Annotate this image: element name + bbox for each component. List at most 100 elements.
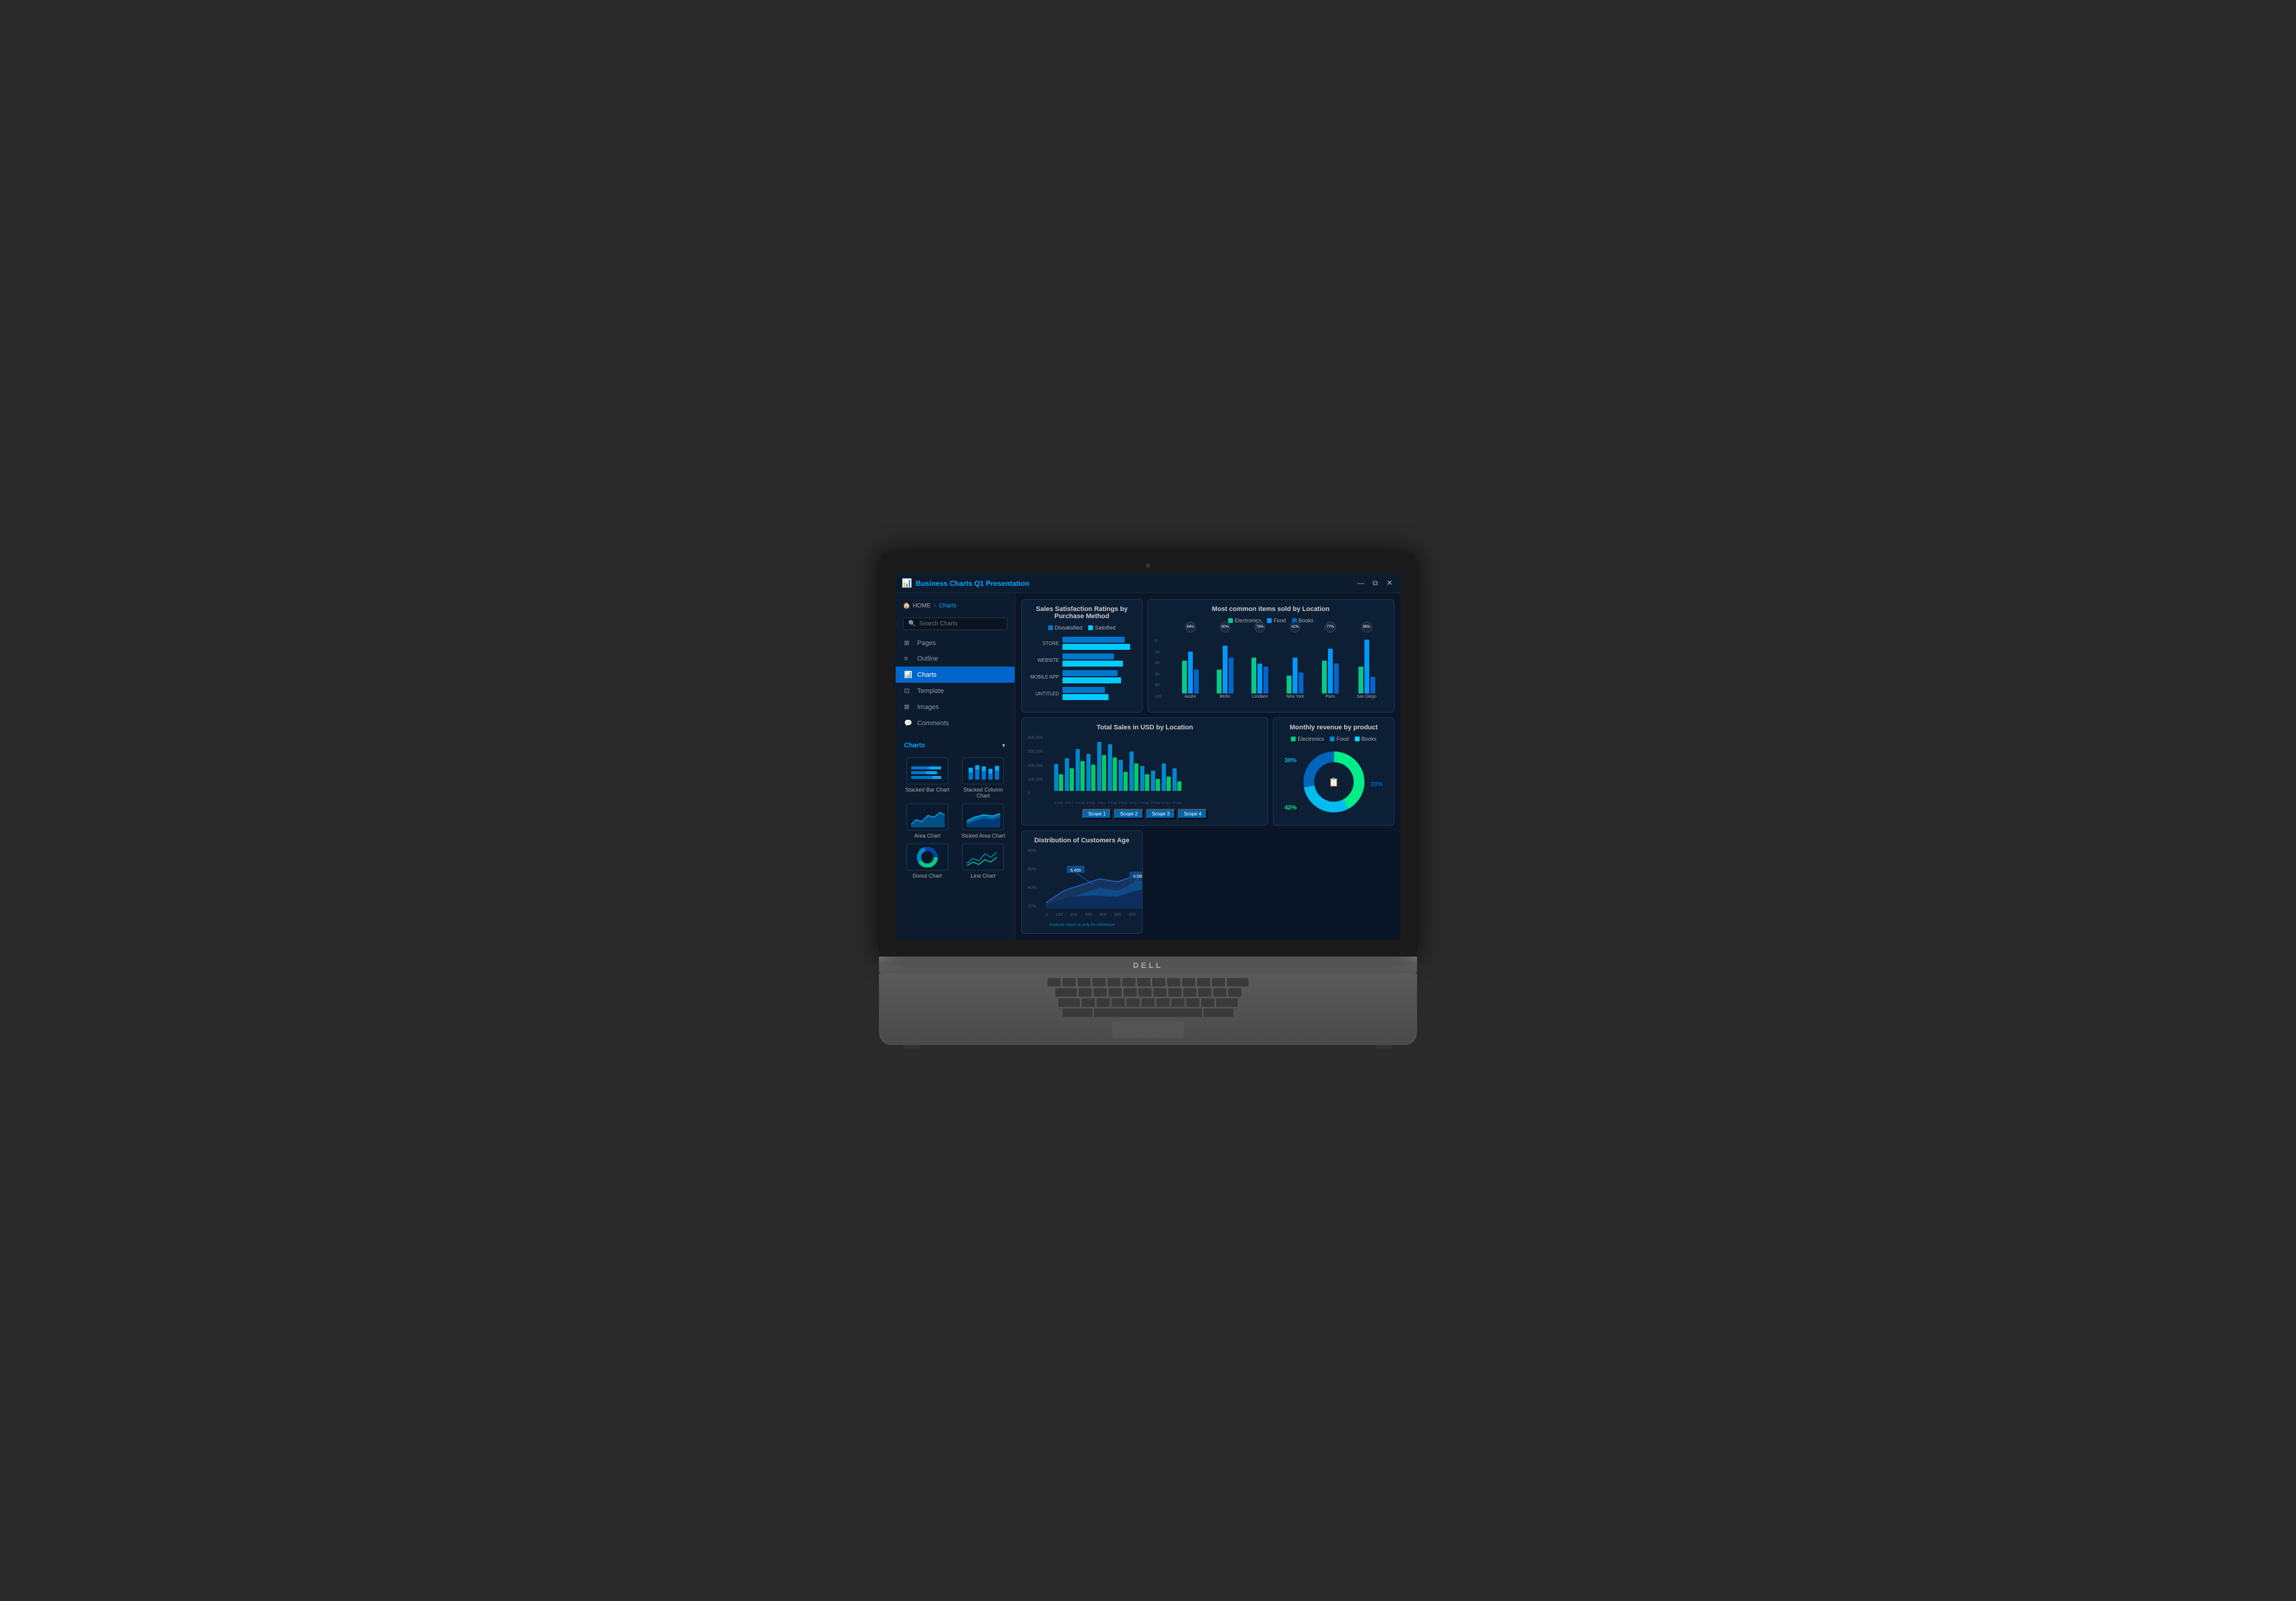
chart-thumb-line[interactable]: Line Chart	[958, 844, 1009, 879]
chart-monthly-revenue: Monthly revenue by product Electronics F…	[1273, 717, 1394, 826]
chart-thumb-area[interactable]: Area Chart	[902, 803, 953, 839]
maximize-button[interactable]: ⧉	[1370, 579, 1380, 588]
chart-thumb-preview-line	[962, 844, 1004, 870]
pct-42: 42%	[1284, 805, 1296, 811]
comments-label: Comments	[917, 720, 949, 727]
breadcrumb-current: Charts	[939, 603, 956, 609]
close-button[interactable]: ✕	[1385, 579, 1394, 588]
legend-dot-dissatisfied	[1048, 625, 1053, 630]
nav-item-template[interactable]: ⊡ Template	[896, 683, 1015, 699]
h-bar-label-store: STORE	[1028, 641, 1059, 646]
bar-group-11	[1162, 763, 1171, 791]
chart-thumb-donut[interactable]: Donut Chart	[902, 844, 953, 879]
location-group-newyork: 42% New York	[1286, 622, 1304, 699]
bar-group-10	[1151, 771, 1160, 791]
distribution-svg: 6,455 4,566	[1046, 849, 1143, 909]
touchpad[interactable]	[1112, 1021, 1184, 1038]
h-bar-track-website	[1062, 653, 1136, 667]
h-bar-track-untitled	[1062, 687, 1136, 700]
bar-group-9	[1140, 766, 1149, 791]
screen-bezel: 📊 Business Charts Q1 Presentation — ⧉ ✕ …	[879, 552, 1417, 957]
template-label: Template	[917, 688, 944, 695]
h-bar-dissatisfied-website	[1062, 653, 1114, 659]
chart4-title: Monthly revenue by product	[1280, 724, 1388, 731]
chart-thumb-stacked-column[interactable]: Stacked Column Chart	[958, 757, 1009, 799]
chart-thumb-label-stacked-area: Stcked Area Chart	[961, 833, 1005, 839]
chart-thumb-preview-area	[906, 803, 948, 830]
h-bar-satisfied-mobile	[1062, 677, 1121, 683]
screen: 📊 Business Charts Q1 Presentation — ⧉ ✕ …	[896, 574, 1400, 940]
nav-item-pages[interactable]: ⊞ Pages	[896, 635, 1015, 651]
x-axis-labels: FY16 FY17 FY18 FY16 FY17 FY18 FY16 FY17 …	[1028, 802, 1262, 805]
h-bar-row-untitled: UNTITLED	[1028, 687, 1136, 700]
pages-icon: ⊞	[904, 639, 912, 647]
keyboard-rows	[911, 978, 1385, 1019]
chart-thumbnails-grid: Stacked Bar Chart	[896, 753, 1015, 884]
legend-food: Food	[1267, 618, 1286, 624]
bar-group-8	[1129, 751, 1138, 791]
app-icon: 📊	[902, 578, 912, 588]
chart-distribution: Distribution of Customers Age 20%40%60%8…	[1021, 830, 1143, 934]
bar-group-5	[1097, 742, 1106, 791]
legend-dot-satisfied	[1088, 625, 1093, 630]
chart4-legend: Electronics Food Books	[1280, 736, 1388, 742]
scope2-button[interactable]: Scope 2	[1114, 809, 1143, 819]
svg-text:📋: 📋	[1329, 777, 1339, 787]
area-chart-vis: 20%40%60%80%	[1028, 849, 1136, 921]
chart-thumb-stacked-area[interactable]: Stcked Area Chart	[958, 803, 1009, 839]
svg-text:4,566: 4,566	[1133, 875, 1142, 879]
scope3-button[interactable]: Scope 3	[1146, 809, 1176, 819]
charts-section: Charts ▼	[896, 738, 1015, 884]
images-label: Images	[917, 704, 939, 711]
nav-item-outline[interactable]: ≡ Outline	[896, 651, 1015, 667]
chart-thumb-stacked-bar[interactable]: Stacked Bar Chart	[902, 757, 953, 799]
y-axis-labels: 100806040200	[1155, 639, 1162, 699]
h-bar-dissatisfied-mobile	[1062, 670, 1118, 676]
chart-thumb-label-donut: Donut Chart	[912, 873, 942, 879]
location-group-sandiego: 95% San Diego	[1357, 622, 1376, 699]
donut-svg: 📋	[1298, 747, 1370, 816]
search-icon: 🔍	[908, 621, 915, 627]
location-group-paris: 77% Paris	[1322, 622, 1339, 699]
minimize-button[interactable]: —	[1356, 579, 1366, 588]
h-bar-label-mobile: MOBILE APP	[1028, 674, 1059, 680]
scope1-button[interactable]: Scope 1	[1082, 809, 1112, 819]
dist-y-axis: 20%40%60%80%	[1028, 849, 1036, 909]
h-bar-dissatisfied-store	[1062, 637, 1125, 643]
chart1-title: Sales Satisfaction Ratings by Purchase M…	[1028, 606, 1136, 620]
scope4-button[interactable]: Scope 4	[1178, 809, 1207, 819]
app-body: 🏠 HOME > Charts 🔍 ⊞ Pages	[896, 593, 1400, 940]
chart-location-items: Most common items sold by Location Elect…	[1147, 599, 1394, 713]
title-bar: 📊 Business Charts Q1 Presentation — ⧉ ✕	[896, 574, 1400, 593]
legend-books-4: Books	[1355, 736, 1376, 742]
charts-section-header[interactable]: Charts ▼	[896, 738, 1015, 753]
legend-dissatisfied: Dissatisfied	[1048, 625, 1082, 631]
dist-note: Analysis report is only for reference	[1028, 923, 1136, 927]
nav-item-images[interactable]: ⊠ Images	[896, 699, 1015, 715]
v-axis-y: 0100,000200,000300,000400,000	[1028, 736, 1043, 796]
search-input[interactable]	[919, 621, 1002, 627]
chart-thumb-label-stacked-column: Stacked Column Chart	[958, 787, 1009, 799]
charts-label: Charts	[917, 671, 936, 679]
bar-group-4	[1086, 754, 1095, 791]
nav-item-charts[interactable]: 📊 Charts	[896, 667, 1015, 683]
scope-buttons: Scope 1 Scope 2 Scope 3 Scope 4	[1028, 809, 1262, 819]
bar-group-2	[1065, 758, 1074, 791]
breadcrumb-home[interactable]: HOME	[912, 603, 930, 609]
bar-group-12	[1173, 768, 1181, 791]
template-icon: ⊡	[904, 687, 912, 695]
outline-icon: ≡	[904, 655, 912, 662]
nav-item-comments[interactable]: 💬 Comments	[896, 715, 1015, 731]
dell-brand: DELL	[1133, 961, 1163, 970]
search-box[interactable]: 🔍	[903, 618, 1007, 630]
location-bars: 100806040200 64%	[1154, 627, 1388, 699]
pct-30: 30%	[1284, 757, 1296, 764]
charts-section-title: Charts	[904, 742, 925, 749]
legend-satisfied: Satisfied	[1088, 625, 1116, 631]
chart-thumb-label-stacked-bar: Stacked Bar Chart	[905, 787, 949, 793]
breadcrumb: 🏠 HOME > Charts	[896, 599, 1015, 613]
h-bar-chart: STORE WEBSITE	[1028, 634, 1136, 706]
chart5-title: Distribution of Customers Age	[1028, 837, 1136, 844]
chart-thumb-preview-stacked-bar	[906, 757, 948, 784]
home-icon: 🏠	[903, 603, 910, 609]
